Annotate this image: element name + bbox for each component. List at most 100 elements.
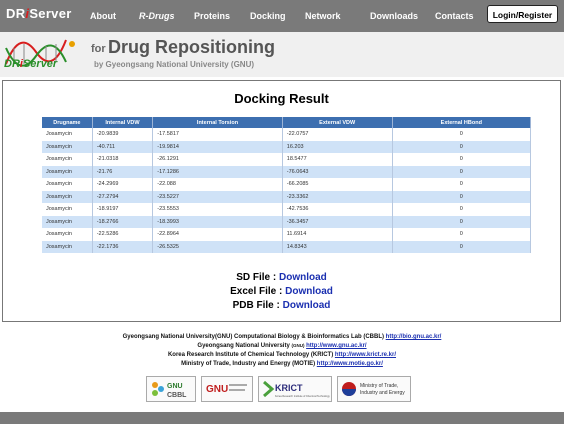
table-cell: -26.1291 bbox=[152, 153, 283, 166]
table-cell: -22.088 bbox=[152, 178, 283, 191]
table-cell: 18.5477 bbox=[282, 153, 393, 166]
table-cell: 0 bbox=[392, 140, 532, 153]
column-header[interactable]: External VDW bbox=[282, 117, 393, 128]
table-cell: Josamycin bbox=[42, 128, 93, 141]
table-cell: -22.5286 bbox=[92, 228, 154, 241]
cbbl-link[interactable]: http://bio.gnu.ac.kr/ bbox=[386, 334, 442, 340]
nav-r-drugs[interactable]: R-Drugs bbox=[139, 11, 175, 21]
pdb-file-label: PDB File : bbox=[232, 300, 280, 311]
table-cell: Josamycin bbox=[42, 140, 93, 153]
credit-text: Gyeongsang National University bbox=[197, 343, 290, 349]
table-cell: 0 bbox=[392, 190, 532, 203]
table-cell: -23.3362 bbox=[282, 190, 393, 203]
table-cell: Josamycin bbox=[42, 203, 93, 216]
krict-link[interactable]: http://www.krict.re.kr/ bbox=[335, 352, 396, 358]
table-row: Josamycin -21.76 -17.1286 -76.0643 0 bbox=[42, 165, 532, 178]
credits-line: Gyeongsang National University (GNU) htt… bbox=[0, 342, 564, 351]
column-header[interactable]: Internal VDW bbox=[92, 117, 154, 128]
footer-bar bbox=[0, 412, 564, 424]
table-cell: -17.1286 bbox=[152, 165, 283, 178]
nav-network[interactable]: Network bbox=[305, 11, 341, 21]
column-header[interactable]: Internal Torsion bbox=[152, 117, 283, 128]
tagline: Drug Repositioning bbox=[108, 37, 275, 57]
partner-logo-text: KRICT bbox=[275, 383, 303, 393]
site-logo[interactable]: DRiServer bbox=[2, 34, 82, 76]
table-cell: -36.3457 bbox=[282, 215, 393, 228]
credits-line: Gyeongsang National University(GNU) Comp… bbox=[0, 333, 564, 342]
sd-file-download-link[interactable]: Download bbox=[279, 272, 327, 283]
table-cell: -20.9839 bbox=[92, 128, 154, 141]
table-row: Josamycin -20.9839 -17.5817 -22.0757 0 bbox=[42, 128, 532, 141]
site-header: DRiServer for Drug Repositioning by Gyeo… bbox=[0, 32, 564, 77]
excel-file-label: Excel File : bbox=[230, 286, 283, 297]
table-cell: Josamycin bbox=[42, 190, 93, 203]
gnu-cbbl-logo[interactable]: GNU CBBL bbox=[146, 376, 196, 402]
table-cell: -18.2766 bbox=[92, 215, 154, 228]
gnu-link[interactable]: http://www.gnu.ac.kr/ bbox=[306, 343, 366, 349]
sd-file-download-row: SD File : Download bbox=[3, 272, 560, 283]
brand-part: Server bbox=[29, 6, 72, 21]
top-navbar: DRiServer About R-Drugs Proteins Docking… bbox=[0, 0, 564, 32]
table-row: Josamycin -22.5286 -22.8964 11.6914 0 bbox=[42, 228, 532, 241]
table-cell: Josamycin bbox=[42, 153, 93, 166]
motie-logo[interactable]: Ministry of Trade, Industry and Energy bbox=[337, 376, 411, 402]
table-cell: 0 bbox=[392, 165, 532, 178]
table-cell: Josamycin bbox=[42, 165, 93, 178]
table-cell: -40.711 bbox=[92, 140, 154, 153]
nav-proteins[interactable]: Proteins bbox=[194, 11, 230, 21]
table-row: Josamycin -18.9197 -23.5553 -42.7536 0 bbox=[42, 203, 532, 216]
table-cell: Josamycin bbox=[42, 178, 93, 191]
gnu-cbbl-logo-graphic: GNU CBBL bbox=[152, 382, 187, 399]
krict-logo-graphic: KRICT Korea Research Institute of Chemic… bbox=[263, 380, 330, 398]
table-row: Josamycin -21.0318 -26.1291 18.5477 0 bbox=[42, 153, 532, 166]
table-row: Josamycin -24.2969 -22.088 -66.2085 0 bbox=[42, 178, 532, 191]
nav-docking[interactable]: Docking bbox=[250, 11, 286, 21]
table-cell: -22.1736 bbox=[92, 240, 154, 253]
table-row: Josamycin -18.2766 -18.3993 -36.3457 0 bbox=[42, 215, 532, 228]
pdb-file-download-row: PDB File : Download bbox=[3, 300, 560, 311]
table-cell: 0 bbox=[392, 215, 532, 228]
partner-logo-text: GNU bbox=[167, 383, 183, 390]
credit-text: Gyeongsang National University(GNU) Comp… bbox=[122, 334, 384, 340]
table-cell: 0 bbox=[392, 240, 532, 253]
pdb-file-download-link[interactable]: Download bbox=[283, 300, 331, 311]
column-header[interactable]: Drugname bbox=[42, 117, 93, 128]
gnu-logo[interactable]: GNU bbox=[201, 376, 253, 402]
nav-contacts[interactable]: Contacts bbox=[435, 11, 474, 21]
table-cell: 16.203 bbox=[282, 140, 393, 153]
nav-about[interactable]: About bbox=[90, 11, 116, 21]
table-cell: -23.5227 bbox=[152, 190, 283, 203]
krict-logo[interactable]: KRICT Korea Research Institute of Chemic… bbox=[258, 376, 332, 402]
table-cell: Josamycin bbox=[42, 228, 93, 241]
by-line: by Gyeongsang National University (GNU) bbox=[94, 60, 255, 69]
partner-logo-text: Korea Research Institute of Chemical Tec… bbox=[275, 395, 330, 398]
table-cell: -19.9814 bbox=[152, 140, 283, 153]
table-row: Josamycin -27.2794 -23.5227 -23.3362 0 bbox=[42, 190, 532, 203]
motie-logo-graphic: Ministry of Trade, Industry and Energy bbox=[342, 382, 405, 396]
table-cell: -66.2085 bbox=[282, 178, 393, 191]
column-header[interactable]: External HBond bbox=[392, 117, 532, 128]
table-cell: 0 bbox=[392, 178, 532, 191]
table-cell: -42.7536 bbox=[282, 203, 393, 216]
login-register-button[interactable]: Login/Register bbox=[487, 5, 558, 23]
table-cell: Josamycin bbox=[42, 215, 93, 228]
table-cell: -23.5553 bbox=[152, 203, 283, 216]
table-row: Josamycin -22.1736 -26.5325 14.8343 0 bbox=[42, 240, 532, 253]
excel-file-download-link[interactable]: Download bbox=[285, 286, 333, 297]
table-row: Josamycin -40.711 -19.9814 16.203 0 bbox=[42, 140, 532, 153]
table-cell: -24.2969 bbox=[92, 178, 154, 191]
gnu-logo-graphic: GNU bbox=[206, 384, 247, 395]
brand-name[interactable]: DRiServer bbox=[6, 6, 72, 21]
page-title: Docking Result bbox=[234, 91, 329, 106]
table-cell: -17.5817 bbox=[152, 128, 283, 141]
table-cell: -18.9197 bbox=[92, 203, 154, 216]
credits-line: Korea Research Institute of Chemical Tec… bbox=[0, 351, 564, 360]
motie-link[interactable]: http://www.motie.go.kr/ bbox=[317, 361, 383, 367]
logo-text-part: DR bbox=[4, 58, 20, 70]
table-cell: 0 bbox=[392, 228, 532, 241]
credit-text-small: (GNU) bbox=[291, 343, 305, 348]
nav-downloads[interactable]: Downloads bbox=[370, 11, 418, 21]
partner-logo-text: CBBL bbox=[167, 392, 187, 399]
partner-logo-text: GNU bbox=[206, 384, 228, 395]
table-cell: 14.8343 bbox=[282, 240, 393, 253]
